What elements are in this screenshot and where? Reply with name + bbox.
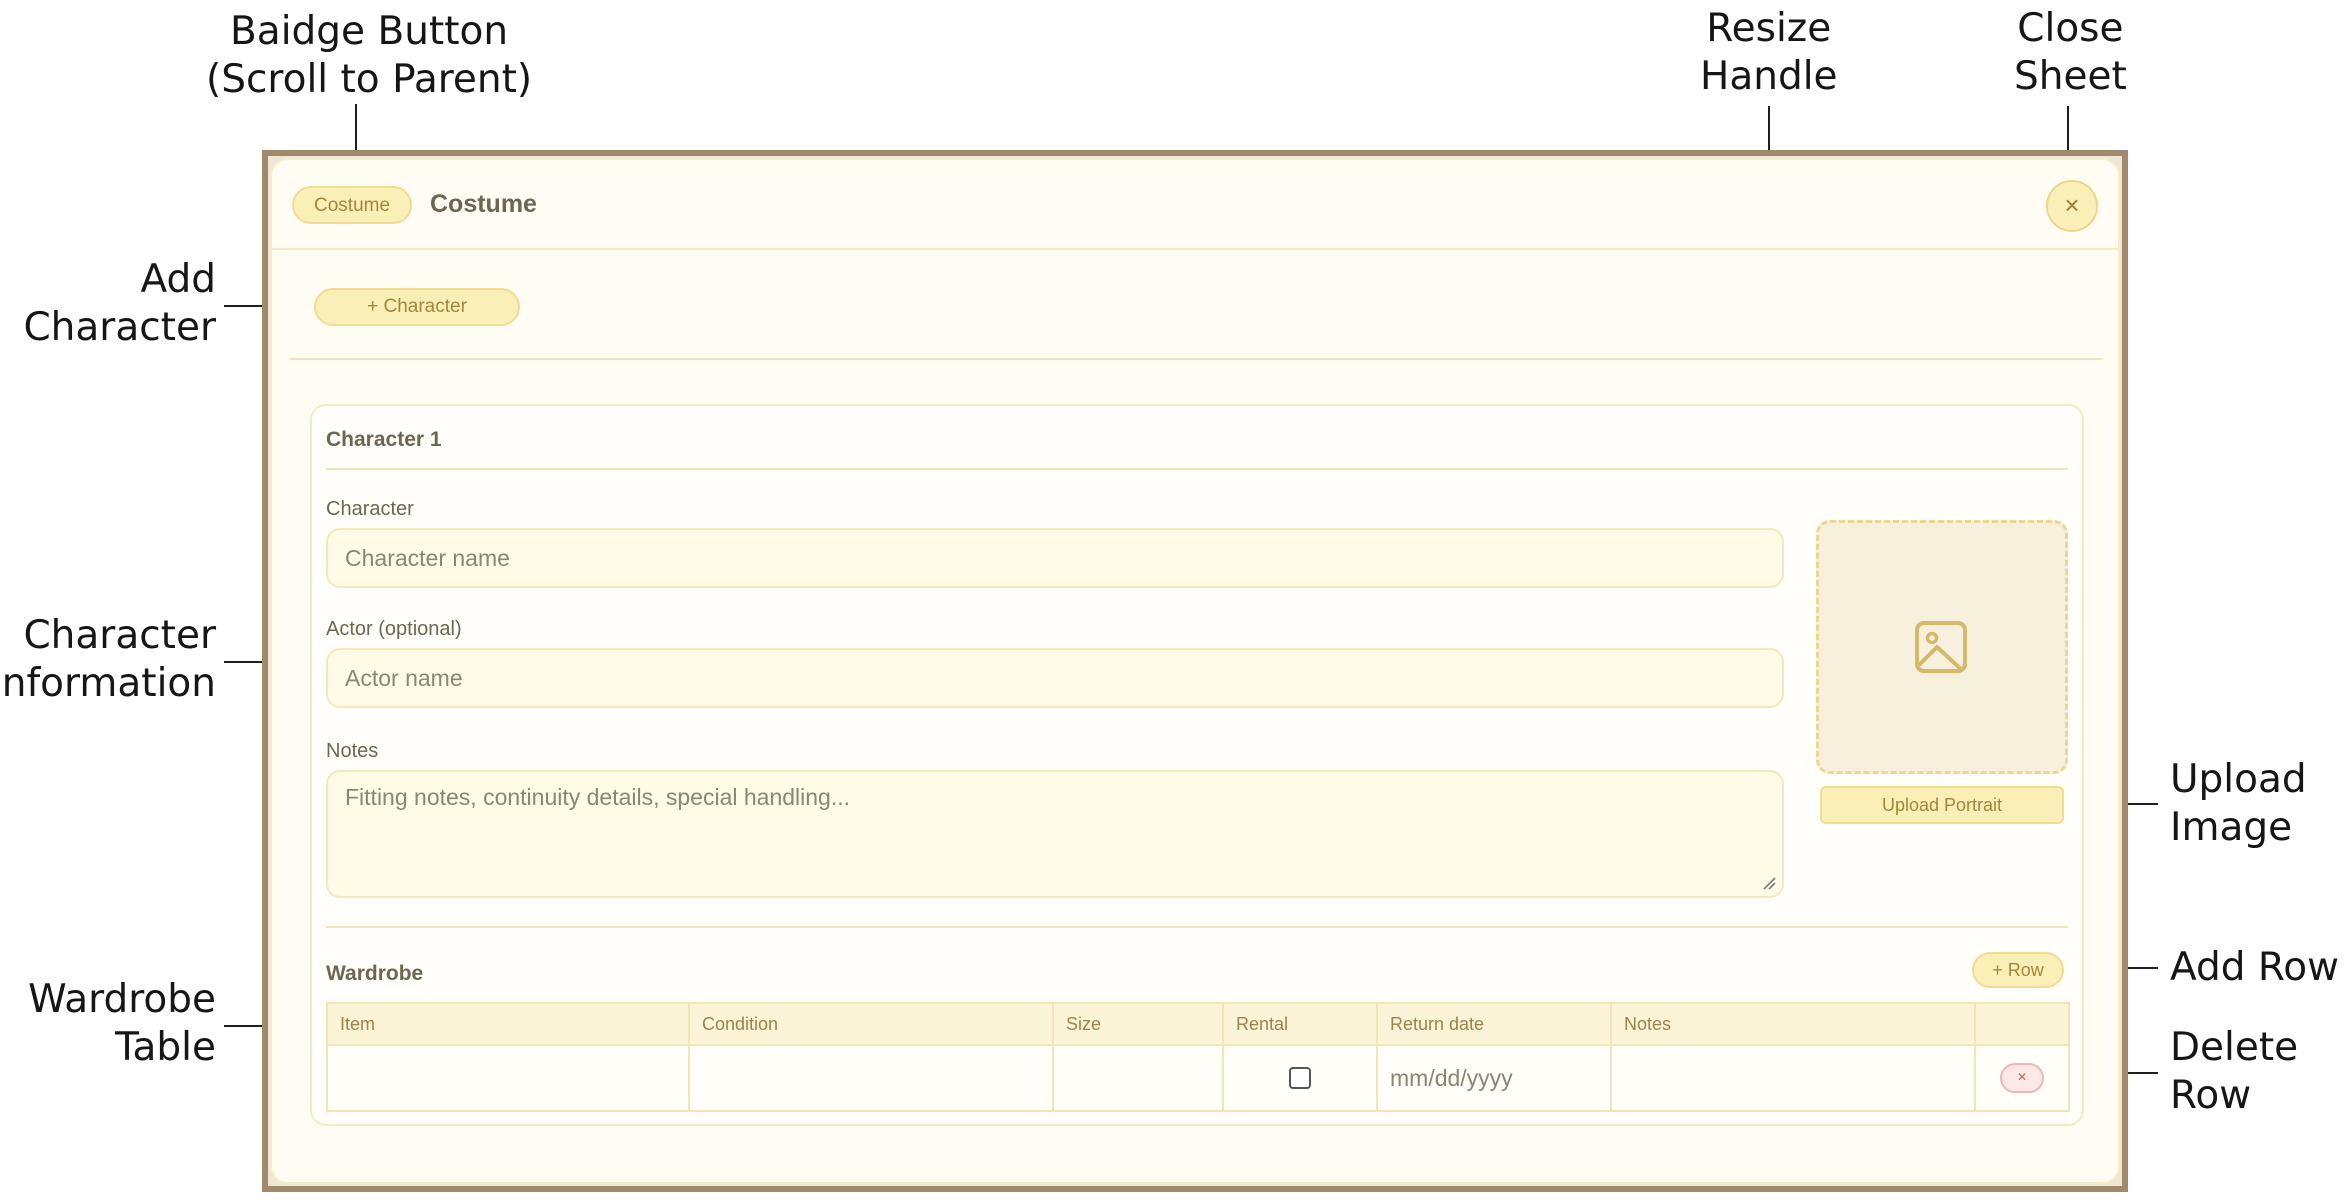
costume-sheet: Costume Costume × + Character Character … — [270, 158, 2120, 1184]
table-header-row: Item Condition Size Rental Return date N… — [326, 1002, 2070, 1046]
column-header-item: Item — [326, 1002, 690, 1046]
upload-portrait-button[interactable]: Upload Portrait — [1820, 786, 2064, 824]
resize-handle-icon[interactable] — [1762, 876, 1776, 890]
notes-label: Notes — [326, 740, 379, 762]
callout-line: Baidge Button — [230, 9, 509, 54]
callout-line: Image — [2170, 805, 2293, 850]
condition-cell[interactable] — [688, 1044, 1054, 1112]
callout-line: Information — [0, 661, 216, 706]
close-sheet-button[interactable]: × — [2046, 180, 2098, 232]
callout-upload-image: Upload Image — [2170, 756, 2307, 852]
callout-line: Sheet — [2014, 54, 2127, 99]
portrait-dropzone[interactable] — [1816, 520, 2068, 774]
close-icon: × — [2017, 1069, 2027, 1086]
callout-line: Delete — [2170, 1025, 2299, 1070]
callout-character-information: Character Information — [0, 612, 216, 708]
callout-line: Resize — [1706, 6, 1832, 51]
size-cell[interactable] — [1052, 1044, 1224, 1112]
callout-line: Close — [2017, 6, 2124, 51]
column-header-notes: Notes — [1610, 1002, 1976, 1046]
callout-line: (Scroll to Parent) — [206, 57, 533, 102]
callout-line: Wardrobe — [28, 977, 216, 1022]
notes-cell[interactable] — [1610, 1044, 1976, 1112]
callout-line: Character — [23, 613, 216, 658]
character-card: Character 1 Character Character name Act… — [310, 404, 2084, 1126]
callout-add-character: Add Character — [23, 256, 216, 352]
wardrobe-table: Item Condition Size Rental Return date N… — [326, 1002, 2070, 1112]
column-header-size: Size — [1052, 1002, 1224, 1046]
item-cell[interactable] — [326, 1044, 690, 1112]
column-header-return-date: Return date — [1376, 1002, 1612, 1046]
actor-name-input[interactable]: Actor name — [326, 648, 1784, 708]
callout-line: Character — [23, 305, 216, 350]
column-header-rental: Rental — [1222, 1002, 1378, 1046]
notes-placeholder: Fitting notes, continuity details, speci… — [345, 784, 851, 810]
actor-label: Actor (optional) — [326, 618, 462, 640]
notes-textarea[interactable]: Fitting notes, continuity details, speci… — [326, 770, 1784, 898]
callout-add-row: Add Row — [2170, 944, 2339, 992]
table-row: mm/dd/yyyy × — [326, 1044, 2070, 1112]
divider — [326, 468, 2068, 470]
delete-row-button[interactable]: × — [2000, 1063, 2044, 1093]
divider — [290, 358, 2102, 360]
rental-cell — [1222, 1044, 1378, 1112]
sheet-header: Costume Costume × — [272, 160, 2118, 250]
callout-line: Upload — [2170, 757, 2307, 802]
add-character-button[interactable]: + Character — [314, 288, 520, 326]
callout-resize-handle: Resize Handle — [1700, 5, 1838, 101]
character-name-input[interactable]: Character name — [326, 528, 1784, 588]
actions-cell: × — [1974, 1044, 2070, 1112]
image-icon — [1915, 621, 1967, 673]
wardrobe-heading: Wardrobe — [326, 962, 424, 985]
callout-line: Add — [140, 257, 216, 302]
callout-line: Handle — [1700, 54, 1838, 99]
close-icon: × — [2064, 190, 2080, 220]
callout-close-sheet: Close Sheet — [2014, 5, 2127, 101]
return-date-cell[interactable]: mm/dd/yyyy — [1376, 1044, 1612, 1112]
callout-line: Add Row — [2170, 945, 2340, 990]
add-row-button[interactable]: + Row — [1972, 952, 2064, 988]
column-header-actions — [1974, 1002, 2070, 1046]
column-header-condition: Condition — [688, 1002, 1054, 1046]
character-label: Character — [326, 498, 414, 520]
callout-line: Table — [115, 1025, 216, 1070]
sheet-title: Costume — [430, 190, 537, 218]
callout-delete-row: Delete Row — [2170, 1024, 2298, 1120]
callout-line: Row — [2170, 1073, 2252, 1118]
badge-button[interactable]: Costume — [292, 186, 413, 224]
rental-checkbox[interactable] — [1289, 1067, 1311, 1089]
callout-wardrobe-table: Wardrobe Table — [28, 976, 216, 1072]
character-heading: Character 1 — [326, 428, 442, 451]
callout-badge-button: Baidge Button (Scroll to Parent) — [206, 8, 532, 104]
divider — [326, 926, 2068, 928]
